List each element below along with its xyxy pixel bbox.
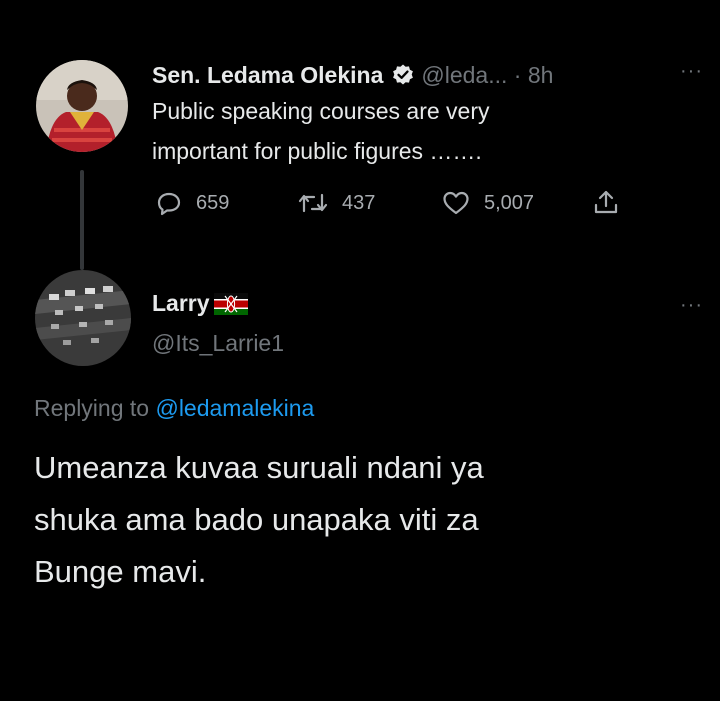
share-icon xyxy=(594,190,618,214)
avatar-photo xyxy=(35,270,131,366)
replying-to-label: Replying to xyxy=(34,395,150,421)
replying-to-line: Replying to @ledamalekina xyxy=(34,395,314,422)
kenya-flag-icon xyxy=(213,292,248,315)
more-options-icon[interactable]: ··· xyxy=(680,60,703,83)
tweet-header: Sen. Ledama Olekina @leda... · 8h xyxy=(152,58,682,92)
reply-author-handle[interactable]: @Its_Larrie1 xyxy=(152,330,284,357)
replying-to-handle-link[interactable]: @ledamalekina xyxy=(155,395,314,421)
reply-author-avatar[interactable] xyxy=(35,270,131,366)
reply-author-name[interactable]: Larry xyxy=(152,290,210,317)
reply-more-options-icon[interactable]: ··· xyxy=(680,294,703,317)
tweet-text-line-2: important for public figures ……. xyxy=(152,138,482,164)
reply-text-line-1: Umeanza kuvaa suruali ndani ya xyxy=(34,450,484,485)
thread-connector xyxy=(80,170,84,270)
retweet-count: 437 xyxy=(342,191,376,214)
heart-icon xyxy=(443,191,469,215)
handle-and-time[interactable]: @leda... · 8h xyxy=(421,62,553,89)
tweet-text-line-1: Public speaking courses are very xyxy=(152,98,490,124)
reply-text: Umeanza kuvaa suruali ndani ya shuka ama… xyxy=(34,442,694,598)
share-action[interactable] xyxy=(592,188,620,221)
reply-icon xyxy=(157,192,181,216)
like-action[interactable]: 5,007 xyxy=(442,190,534,216)
author-name[interactable]: Sen. Ledama Olekina xyxy=(152,62,383,89)
retweet-action[interactable]: 437 xyxy=(298,190,375,216)
like-count: 5,007 xyxy=(484,191,535,214)
reply-action[interactable]: 659 xyxy=(156,190,229,216)
author-avatar[interactable] xyxy=(36,60,128,152)
retweet-icon xyxy=(298,193,328,213)
reply-header: Larry xyxy=(152,290,248,317)
avatar-photo xyxy=(36,60,128,152)
verified-badge-icon xyxy=(391,63,415,87)
reply-text-line-2: shuka ama bado unapaka viti za xyxy=(34,502,479,537)
reply-count: 659 xyxy=(196,191,230,214)
reply-text-line-3: Bunge mavi. xyxy=(34,554,207,589)
